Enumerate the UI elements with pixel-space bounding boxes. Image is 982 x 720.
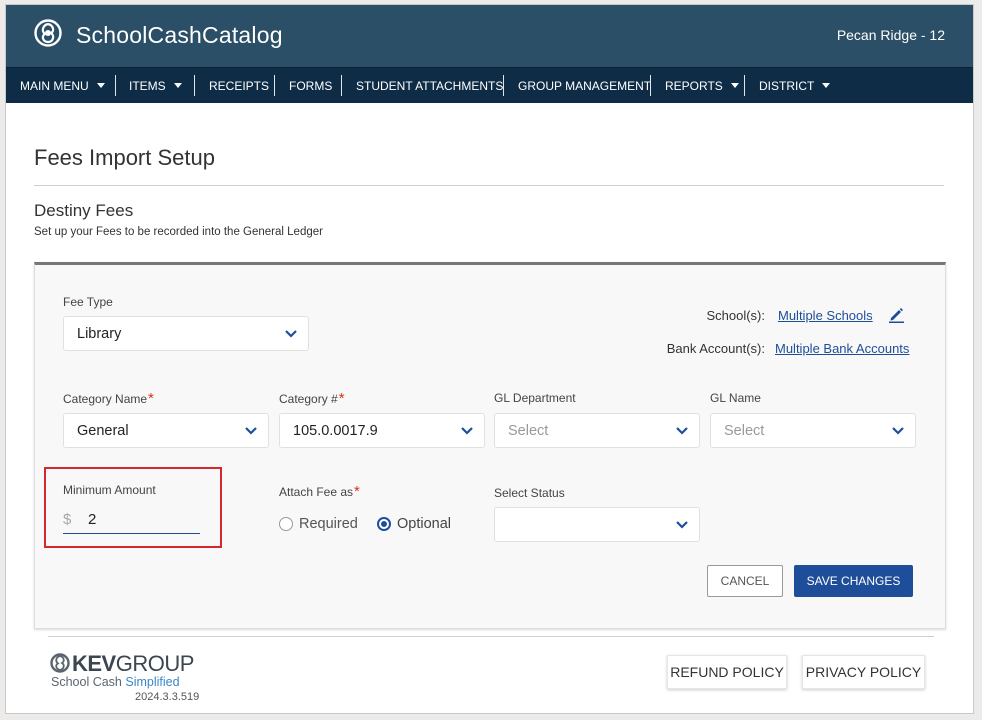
category-name-label-text: Category Name xyxy=(63,392,148,406)
nav-student-attachments[interactable]: STUDENT ATTACHMENTS xyxy=(356,68,503,103)
refund-policy-button[interactable]: REFUND POLICY xyxy=(667,655,787,689)
required-marker: * xyxy=(148,390,154,407)
kevgroup-wordmark: KEVGROUP xyxy=(72,651,194,677)
radio-checked-icon xyxy=(377,517,391,531)
nav-divider xyxy=(503,75,504,96)
nav-receipts-label: RECEIPTS xyxy=(209,78,270,93)
nav-group-management[interactable]: GROUP MANAGEMENT xyxy=(518,68,651,103)
nav-forms-label: FORMS xyxy=(289,78,333,93)
caret-down-icon xyxy=(173,83,182,88)
chevron-down-icon xyxy=(676,521,688,529)
schoolcash-logo-icon xyxy=(34,19,62,47)
app-window: SchoolCashCatalog Pecan Ridge - 12 MAIN … xyxy=(5,4,974,714)
nav-divider xyxy=(650,75,651,96)
category-name-select[interactable]: General xyxy=(63,413,269,448)
current-school-label[interactable]: Pecan Ridge - 12 xyxy=(837,27,945,43)
save-changes-button[interactable]: SAVE CHANGES xyxy=(794,565,913,597)
bank-accounts-link[interactable]: Multiple Bank Accounts xyxy=(775,341,909,356)
page-title: Fees Import Setup xyxy=(34,145,215,170)
kevgroup-wordmark-group: GROUP xyxy=(115,651,195,676)
nav-divider xyxy=(115,75,116,96)
nav-main-menu[interactable]: MAIN MENU xyxy=(20,68,105,103)
attach-required-label: Required xyxy=(299,516,358,532)
required-marker: * xyxy=(338,390,345,407)
nav-receipts[interactable]: RECEIPTS xyxy=(209,68,269,103)
app-version: 2024.3.3.519 xyxy=(135,691,200,703)
privacy-policy-button[interactable]: PRIVACY POLICY xyxy=(802,655,925,689)
caret-down-icon xyxy=(822,83,831,88)
nav-reports[interactable]: REPORTS xyxy=(665,68,739,103)
tagline-part-a: School Cash xyxy=(51,675,122,689)
nav-main-menu-label: MAIN MENU xyxy=(20,78,89,93)
nav-reports-label: REPORTS xyxy=(665,78,723,93)
fee-type-select[interactable]: Library xyxy=(63,316,309,351)
category-name-value: General xyxy=(77,422,129,439)
gl-name-select[interactable]: Select xyxy=(710,413,916,448)
nav-items-label: ITEMS xyxy=(129,78,166,93)
footer-divider xyxy=(48,636,934,637)
chevron-down-icon xyxy=(676,427,688,435)
chevron-down-icon xyxy=(245,427,257,435)
chevron-down-icon xyxy=(892,427,904,435)
kevgroup-logo: KEVGROUP School Cash Simplified 2024.3.3… xyxy=(50,650,210,710)
nav-district[interactable]: DISTRICT xyxy=(759,68,831,103)
nav-group-management-label: GROUP MANAGEMENT xyxy=(518,78,652,93)
nav-items[interactable]: ITEMS xyxy=(129,68,182,103)
nav-divider xyxy=(744,75,745,96)
select-status-label: Select Status xyxy=(494,486,565,500)
main-nav: MAIN MENU ITEMS RECEIPTS FORMS STUDENT A… xyxy=(6,67,973,103)
gl-name-label: GL Name xyxy=(710,391,761,405)
gl-department-select[interactable]: Select xyxy=(494,413,700,448)
category-name-label: Category Name* xyxy=(63,390,154,407)
nav-divider xyxy=(194,75,195,96)
radio-unchecked-icon xyxy=(279,517,293,531)
category-number-select[interactable]: 105.0.0017.9 xyxy=(279,413,485,448)
edit-pencil-icon[interactable] xyxy=(888,306,905,323)
highlight-box xyxy=(44,467,222,548)
attach-optional-radio[interactable]: Optional xyxy=(377,516,451,532)
category-number-label-text: Category # xyxy=(279,392,338,406)
gl-department-label: GL Department xyxy=(494,391,576,405)
category-number-value: 105.0.0017.9 xyxy=(293,422,378,439)
header-bar: SchoolCashCatalog Pecan Ridge - 12 xyxy=(6,5,973,67)
tagline-part-b: Simplified xyxy=(125,675,180,689)
fee-type-label: Fee Type xyxy=(63,295,113,309)
caret-down-icon xyxy=(730,83,739,88)
fee-setup-card: Fee Type Library School(s): Multiple Sch… xyxy=(34,262,946,629)
nav-divider xyxy=(274,75,275,96)
schools-link[interactable]: Multiple Schools xyxy=(778,308,873,323)
fee-type-value: Library xyxy=(77,325,122,342)
section-subtitle: Set up your Fees to be recorded into the… xyxy=(34,226,323,238)
caret-down-icon xyxy=(96,83,105,88)
nav-forms[interactable]: FORMS xyxy=(289,68,332,103)
title-divider xyxy=(34,185,944,186)
section-title: Destiny Fees xyxy=(34,201,134,220)
kevgroup-swirl-icon xyxy=(50,653,70,673)
chevron-down-icon xyxy=(461,427,473,435)
nav-district-label: DISTRICT xyxy=(759,78,815,93)
schools-label: School(s): xyxy=(706,308,765,323)
attach-required-radio[interactable]: Required xyxy=(279,516,358,532)
attach-fee-label-text: Attach Fee as xyxy=(279,485,354,499)
required-marker: * xyxy=(354,483,360,500)
attach-fee-label: Attach Fee as* xyxy=(279,483,360,500)
attach-optional-label: Optional xyxy=(397,516,452,532)
gl-department-placeholder: Select xyxy=(508,422,549,439)
gl-name-placeholder: Select xyxy=(724,422,765,439)
category-number-label: Category #* xyxy=(279,390,345,407)
chevron-down-icon xyxy=(285,330,297,338)
kevgroup-wordmark-kev: KEV xyxy=(72,651,116,676)
nav-student-attachments-label: STUDENT ATTACHMENTS xyxy=(356,78,504,93)
app-brand-name: SchoolCashCatalog xyxy=(76,22,283,48)
bank-accounts-label: Bank Account(s): xyxy=(666,341,765,356)
kevgroup-tagline: School Cash Simplified xyxy=(51,675,180,689)
cancel-button[interactable]: CANCEL xyxy=(707,565,783,597)
select-status-select[interactable] xyxy=(494,507,700,542)
nav-divider xyxy=(341,75,342,96)
